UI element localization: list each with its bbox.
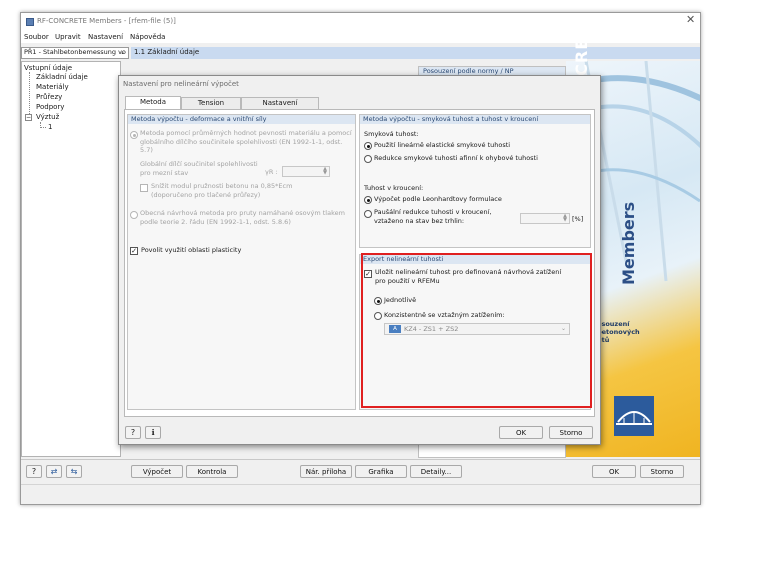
panel-title-bar xyxy=(131,47,700,59)
check-button[interactable]: Kontrola xyxy=(186,465,238,478)
main-ok-button[interactable]: OK xyxy=(592,465,636,478)
tree-item-sections[interactable]: Průřezy xyxy=(36,93,62,102)
import-button[interactable]: ⇄ xyxy=(46,465,62,478)
plasticity-label: Povolit využití oblasti plasticity xyxy=(141,246,242,254)
calculate-button[interactable]: Výpočet xyxy=(131,465,183,478)
help-icon: ? xyxy=(31,467,37,476)
graphics-button[interactable]: Grafika xyxy=(355,465,407,478)
shear-stiffness-label: Smyková tuhost: xyxy=(364,130,419,138)
menu-settings[interactable]: Nastavení xyxy=(88,33,123,42)
torsion-stiffness-label: Tuhost v kroucení: xyxy=(364,184,424,192)
plasticity-checkbox[interactable]: ✓ xyxy=(130,247,138,255)
bottom-separator xyxy=(21,459,700,460)
info-icon: ℹ xyxy=(151,428,155,437)
highlight-frame xyxy=(361,253,592,408)
dialog-help-button[interactable]: ? xyxy=(125,426,141,439)
radio-linear-shear[interactable] xyxy=(364,142,372,150)
reduce-modulus-checkbox[interactable] xyxy=(140,184,148,192)
tab-calculation-method[interactable]: Metoda výpočtu xyxy=(125,96,181,117)
national-annex-button[interactable]: Nár. příloha xyxy=(300,465,352,478)
dialog-title: Nastavení pro nelineární výpočet xyxy=(123,80,239,88)
menu-edit[interactable]: Upravit xyxy=(55,33,81,42)
percent-unit: [%] xyxy=(572,215,584,223)
radio-flat-reduction-label: Paušální redukce tuhosti v kroucení, vzt… xyxy=(374,208,492,225)
spinner-icon[interactable]: ▲ ▼ xyxy=(561,214,569,223)
group-calc-method-header: Metoda výpočtu - deformace a vnitřní síl… xyxy=(128,115,355,124)
dialog-ok-button[interactable]: OK xyxy=(499,426,543,439)
tree-item-reinforcement[interactable]: Výztuž xyxy=(36,113,59,122)
brand-subtitle: Members xyxy=(619,201,638,285)
swap-icon: ⇄ xyxy=(50,467,58,476)
menu-help[interactable]: Nápověda xyxy=(130,33,165,42)
radio-leonhardt-label: Výpočet podle Leonhardtovy formulace xyxy=(374,195,502,203)
tab-convergence-settings[interactable]: Nastavení konvergence xyxy=(241,97,319,118)
radio-general-method[interactable] xyxy=(130,211,138,219)
close-icon[interactable]: ✕ xyxy=(686,14,695,25)
tree-item-materials[interactable]: Materiály xyxy=(36,83,69,92)
export-button[interactable]: ⇆ xyxy=(66,465,82,478)
radio-reduced-shear[interactable] xyxy=(364,155,372,163)
tab-tension-stiffening[interactable]: Tension stiffening xyxy=(181,97,241,118)
transfer-icon: ⇆ xyxy=(70,467,78,476)
reduce-modulus-label: Snížit modul pružnosti betonu na 0,85*Ec… xyxy=(151,182,293,199)
radio-leonhardt[interactable] xyxy=(364,196,372,204)
radio-reduced-shear-label: Redukce smykové tuhosti afinní k ohybové… xyxy=(374,154,538,162)
dialog-info-button[interactable]: ℹ xyxy=(145,426,161,439)
tree-line xyxy=(29,72,30,118)
panel-title: 1.1 Základní údaje xyxy=(134,48,200,56)
chevron-down-icon[interactable]: ⌄ xyxy=(120,48,125,57)
radio-mean-values-method[interactable] xyxy=(130,131,138,139)
brand-logo-box xyxy=(614,396,654,436)
details-button[interactable]: Detaily... xyxy=(410,465,462,478)
case-select-value: PŘ1 - Stahlbetonbemessung vo xyxy=(24,48,126,56)
tree-root[interactable]: Vstupní údaje xyxy=(24,64,72,73)
menu-file[interactable]: Soubor xyxy=(24,33,49,42)
global-factor-label: Globální dílčí součinitel spolehlivosti … xyxy=(140,160,258,177)
help-icon: ? xyxy=(130,428,136,437)
spinner-icon[interactable]: ▲ ▼ xyxy=(321,167,329,176)
radio-mean-values-label: Metoda pomocí průměrných hodnot pevnosti… xyxy=(140,129,352,154)
dialog-cancel-button[interactable]: Storno xyxy=(549,426,593,439)
group-calc-method-frame xyxy=(127,114,356,410)
help-button[interactable]: ? xyxy=(26,465,42,478)
brand-description: osouzení betonových utů xyxy=(597,320,640,344)
tree-item-supports[interactable]: Podpory xyxy=(36,103,64,112)
radio-linear-shear-label: Použití lineárně elastické smykové tuhos… xyxy=(374,141,511,149)
tree-item-reinforcement-1[interactable]: 1 xyxy=(48,123,52,132)
main-window-title: RF-CONCRETE Members - [rfem-file (5)] xyxy=(37,17,176,25)
app-icon xyxy=(26,18,34,26)
main-cancel-button[interactable]: Storno xyxy=(640,465,684,478)
tree-item-basic[interactable]: Základní údaje xyxy=(36,73,88,82)
radio-general-method-label: Obecná návrhová metoda pro pruty namáhan… xyxy=(140,209,345,226)
status-bar xyxy=(21,484,700,485)
gamma-r-symbol: γR : xyxy=(265,168,278,176)
group-shear-torsion-header: Metoda výpočtu - smyková tuhost a tuhost… xyxy=(360,115,590,124)
radio-flat-reduction[interactable] xyxy=(364,210,372,218)
tree-line xyxy=(40,122,46,128)
bridge-icon xyxy=(616,411,652,425)
tree-collapse-icon[interactable]: − xyxy=(25,114,32,121)
